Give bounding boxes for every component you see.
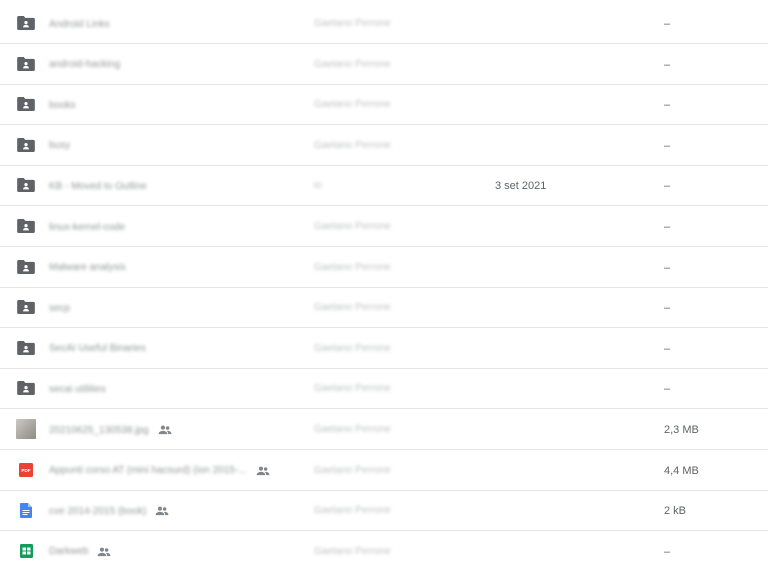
file-owner: Gaetano Perrone bbox=[314, 99, 391, 111]
pdf-icon: PDF bbox=[16, 460, 36, 480]
file-list: Android Links Gaetano Perrone – android-hac… bbox=[0, 0, 768, 562]
doc-icon bbox=[16, 500, 36, 520]
shared-folder-icon bbox=[16, 175, 36, 195]
file-name: Appunti corso AT (mini hacsurd) (ion 201… bbox=[49, 465, 247, 477]
file-name: cve 2014-2015 (book) bbox=[49, 505, 147, 517]
shared-people-icon bbox=[157, 422, 173, 438]
file-size: – bbox=[664, 99, 671, 112]
shared-folder-icon bbox=[16, 54, 36, 74]
shared-folder-icon bbox=[16, 216, 36, 236]
file-name: Malware analysis bbox=[49, 262, 126, 274]
shared-folder-icon bbox=[16, 94, 36, 114]
file-row[interactable]: android-hacking Gaetano Perrone – bbox=[0, 45, 768, 85]
file-name: android-hacking bbox=[49, 59, 121, 71]
file-size: – bbox=[664, 302, 671, 315]
file-name-cell: android-hacking bbox=[49, 45, 120, 85]
file-name-cell: 20210625_130538.jpg bbox=[49, 410, 173, 450]
file-row[interactable]: busy Gaetano Perrone – bbox=[0, 126, 768, 166]
file-modified-date: 3 set 2021 bbox=[495, 180, 547, 193]
file-size: – bbox=[664, 180, 671, 193]
file-name-cell: Appunti corso AT (mini hacsurd) (ion 201… bbox=[49, 451, 271, 491]
file-size: – bbox=[664, 342, 671, 355]
file-owner: Gaetano Perrone bbox=[314, 505, 391, 517]
file-owner: Gaetano Perrone bbox=[314, 302, 391, 314]
file-name: secai utilities bbox=[49, 383, 106, 395]
svg-text:PDF: PDF bbox=[21, 468, 30, 473]
file-name: busy bbox=[49, 140, 71, 152]
file-owner: Gaetano Perrone bbox=[314, 58, 391, 70]
file-size: 2,3 MB bbox=[664, 424, 699, 436]
file-row[interactable]: Malware analysis Gaetano Perrone – bbox=[0, 248, 768, 288]
file-row[interactable]: Darkweb Gaetano Perrone – bbox=[0, 532, 768, 562]
shared-folder-icon bbox=[16, 378, 36, 398]
file-owner: Gaetano Perrone bbox=[314, 342, 391, 354]
file-name: secp bbox=[49, 302, 71, 314]
shared-folder-icon bbox=[16, 297, 36, 317]
file-row[interactable]: 20210625_130538.jpg Gaetano Perrone 2,3 MB bbox=[0, 410, 768, 450]
shared-people-icon bbox=[255, 463, 271, 479]
file-owner: Gaetano Perrone bbox=[314, 18, 391, 29]
file-row[interactable]: KB - Moved to Outline io 3 set 2021 – bbox=[0, 166, 768, 207]
shared-folder-icon bbox=[16, 135, 36, 155]
file-row[interactable]: cve 2014-2015 (book) Gaetano Perrone 2 kB bbox=[0, 491, 768, 532]
file-name-cell: secai utilities bbox=[49, 369, 106, 409]
file-owner: Gaetano Perrone bbox=[314, 139, 391, 151]
file-owner: Gaetano Perrone bbox=[314, 464, 391, 476]
shared-folder-icon bbox=[16, 338, 36, 358]
file-name-cell: KB - Moved to Outline bbox=[49, 166, 147, 206]
file-name: Android Links bbox=[49, 18, 110, 30]
file-owner: Gaetano Perrone bbox=[314, 383, 391, 395]
file-size: – bbox=[664, 58, 671, 71]
file-row[interactable]: PDF Appunti corso AT (mini hacsurd) (ion … bbox=[0, 451, 768, 491]
file-name-cell: secp bbox=[49, 288, 70, 328]
file-size: – bbox=[664, 139, 671, 152]
file-name: books bbox=[49, 99, 76, 111]
file-size: – bbox=[664, 221, 671, 233]
file-name: linux-kernel-code bbox=[49, 221, 126, 233]
file-size: 4,4 MB bbox=[664, 464, 699, 477]
file-name-cell: Malware analysis bbox=[49, 248, 126, 288]
file-name: KB - Moved to Outline bbox=[49, 180, 147, 192]
file-size: – bbox=[664, 18, 671, 30]
file-owner: Gaetano Perrone bbox=[314, 261, 391, 273]
image-thumbnail-icon bbox=[16, 419, 36, 439]
file-name-cell: books bbox=[49, 85, 76, 125]
file-row[interactable]: linux-kernel-code Gaetano Perrone – bbox=[0, 207, 768, 247]
file-size: 2 kB bbox=[664, 505, 687, 518]
file-name: SecAI Useful Binaries bbox=[49, 343, 146, 355]
file-size: – bbox=[664, 261, 671, 274]
shared-folder-icon bbox=[16, 13, 36, 33]
file-owner: Gaetano Perrone bbox=[314, 221, 391, 232]
file-size: – bbox=[664, 383, 671, 396]
file-owner: io bbox=[314, 180, 322, 192]
file-row[interactable]: secai utilities Gaetano Perrone – bbox=[0, 369, 768, 410]
file-owner: Gaetano Perrone bbox=[314, 424, 391, 435]
shared-people-icon bbox=[154, 503, 170, 519]
file-name-cell: Android Links bbox=[49, 4, 110, 44]
file-row[interactable]: Android Links Gaetano Perrone – bbox=[0, 4, 768, 44]
file-name-cell: busy bbox=[49, 126, 70, 166]
shared-people-icon bbox=[96, 544, 112, 560]
file-name-cell: linux-kernel-code bbox=[49, 207, 125, 247]
file-row[interactable]: secp Gaetano Perrone – bbox=[0, 288, 768, 329]
sheet-icon bbox=[16, 541, 36, 561]
file-name: 20210625_130538.jpg bbox=[49, 424, 149, 436]
file-row[interactable]: SecAI Useful Binaries Gaetano Perrone – bbox=[0, 329, 768, 369]
file-size: – bbox=[664, 545, 671, 558]
file-name-cell: Darkweb bbox=[49, 532, 112, 562]
file-owner: Gaetano Perrone bbox=[314, 545, 391, 557]
file-row[interactable]: books Gaetano Perrone – bbox=[0, 85, 768, 126]
file-name-cell: cve 2014-2015 (book) bbox=[49, 491, 170, 531]
file-name: Darkweb bbox=[49, 546, 89, 558]
shared-folder-icon bbox=[16, 257, 36, 277]
file-name-cell: SecAI Useful Binaries bbox=[49, 329, 146, 369]
